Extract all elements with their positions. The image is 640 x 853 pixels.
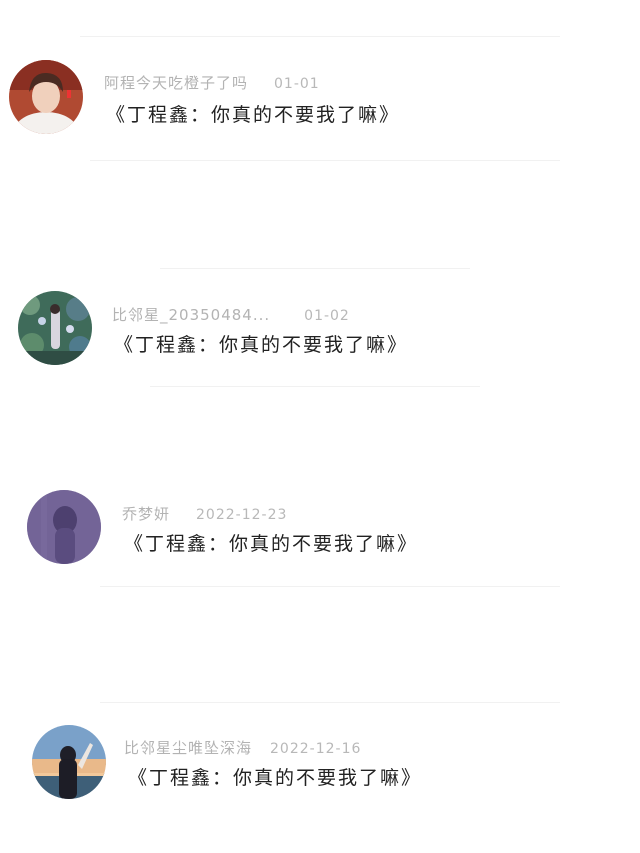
username[interactable]: 乔梦妍	[122, 505, 170, 523]
divider	[90, 160, 560, 161]
avatar[interactable]	[27, 490, 101, 564]
username[interactable]: 阿程今天吃橙子了吗	[104, 74, 248, 92]
comment-date: 01-02	[304, 308, 350, 324]
comment-text: 《丁程鑫：你真的不要我了嘛》	[124, 533, 419, 555]
divider	[150, 386, 480, 387]
divider	[80, 36, 560, 37]
comment-meta: 阿程今天吃橙子了吗 01-01	[104, 72, 320, 93]
comment-item[interactable]: 比邻星_20350484... 01-02 《丁程鑫：你真的不要我了嘛》	[0, 290, 640, 380]
comment-meta: 比邻星_20350484... 01-02	[112, 304, 350, 325]
avatar[interactable]	[18, 291, 92, 365]
user-avatar-sunset-icon	[32, 725, 106, 799]
comment-item[interactable]: 比邻星尘唯坠深海 2022-12-16 《丁程鑫：你真的不要我了嘛》	[0, 723, 640, 813]
comment-meta: 乔梦妍 2022-12-23	[122, 503, 287, 524]
user-avatar-garden-girl-icon	[18, 291, 92, 365]
comment-meta: 比邻星尘唯坠深海 2022-12-16	[124, 737, 361, 758]
comment-text: 《丁程鑫：你真的不要我了嘛》	[114, 334, 409, 356]
user-avatar-boy-icon	[9, 60, 83, 134]
avatar[interactable]	[32, 725, 106, 799]
comment-text: 《丁程鑫：你真的不要我了嘛》	[106, 104, 401, 126]
divider	[100, 702, 560, 703]
comment-date: 01-01	[274, 76, 320, 92]
comment-item[interactable]: 乔梦妍 2022-12-23 《丁程鑫：你真的不要我了嘛》	[0, 489, 640, 579]
divider	[160, 268, 470, 269]
divider	[100, 586, 560, 587]
comment-date: 2022-12-23	[196, 507, 288, 523]
avatar[interactable]	[9, 60, 83, 134]
user-avatar-purple-icon	[27, 490, 101, 564]
username[interactable]: 比邻星尘唯坠深海	[124, 739, 252, 757]
comment-text: 《丁程鑫：你真的不要我了嘛》	[128, 767, 423, 789]
comment-item[interactable]: 阿程今天吃橙子了吗 01-01 《丁程鑫：你真的不要我了嘛》	[0, 58, 640, 148]
comment-date: 2022-12-16	[270, 741, 362, 757]
username[interactable]: 比邻星_20350484...	[112, 306, 270, 324]
